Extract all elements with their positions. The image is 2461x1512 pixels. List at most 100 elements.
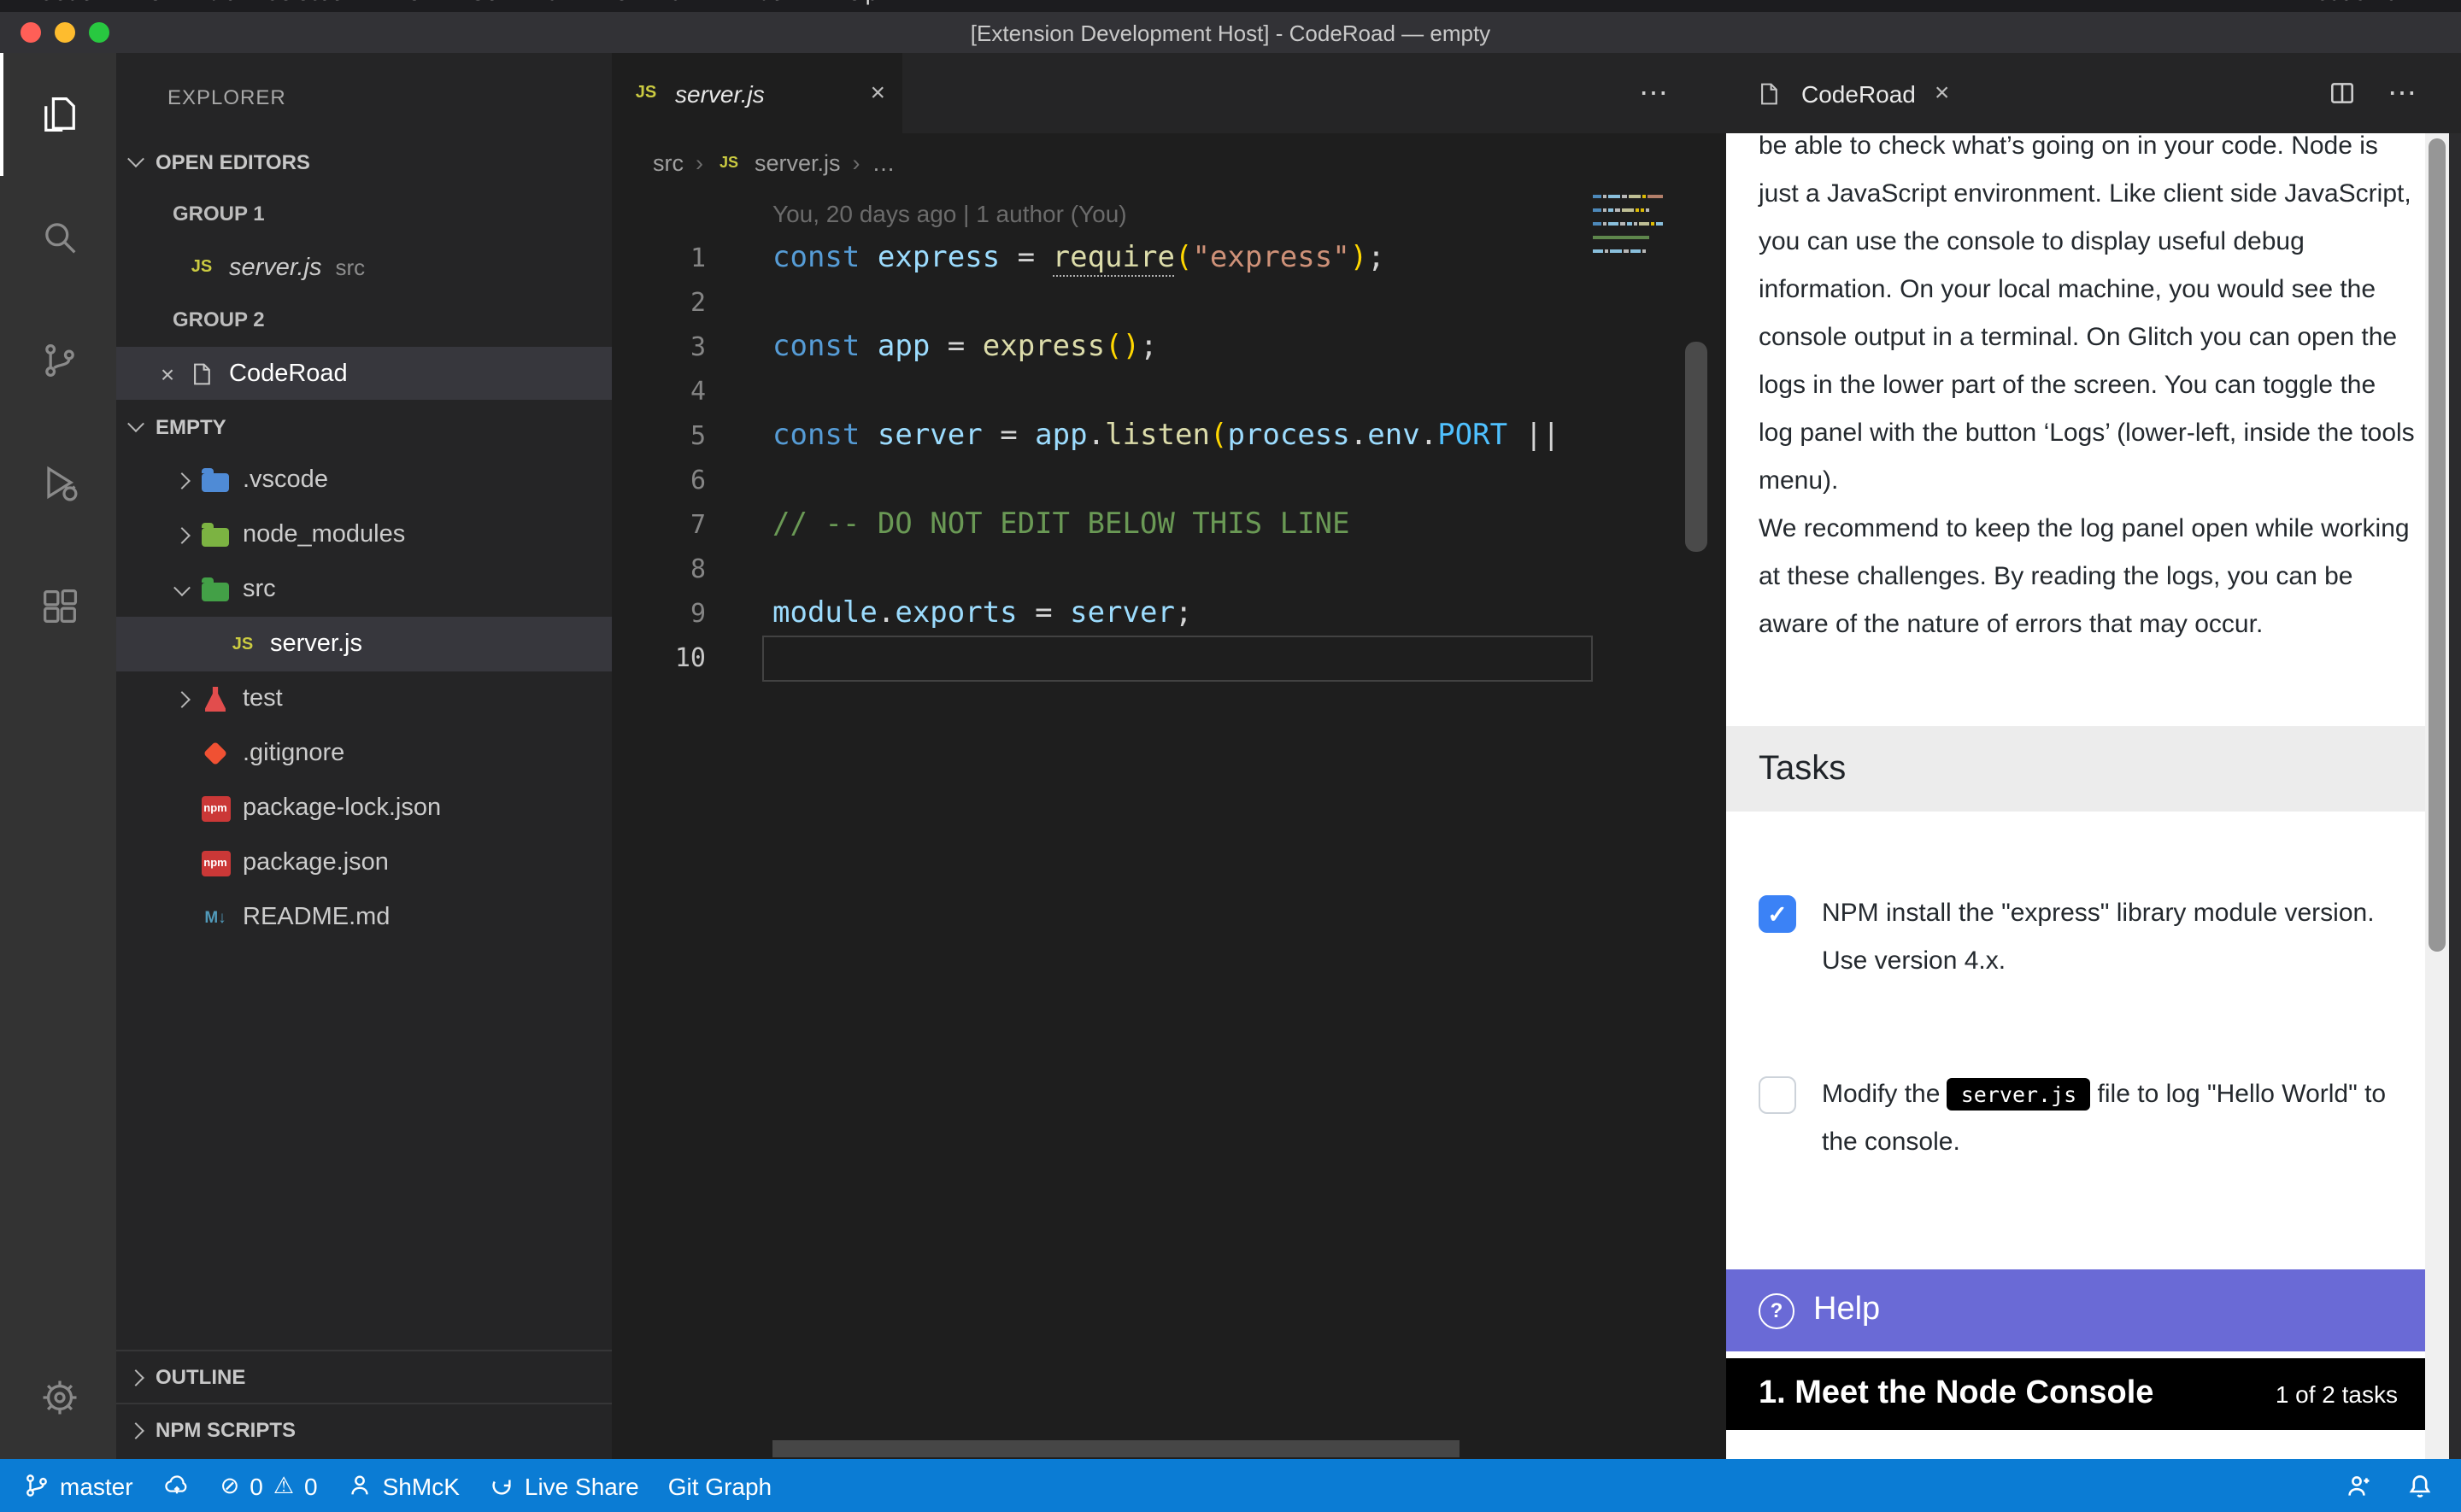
breadcrumb-server-js[interactable]: server.js <box>755 149 841 175</box>
breadcrumb-separator-icon: › <box>853 149 860 175</box>
src-folder-icon <box>198 574 232 605</box>
errors-icon: ⊘ <box>220 1472 240 1499</box>
open-editor-description: src <box>336 255 366 280</box>
error-count: 0 <box>250 1472 263 1499</box>
code-line-9[interactable]: 9module.exports = server; <box>612 591 1726 636</box>
code-line-7[interactable]: 7// -- DO NOT EDIT BELOW THIS LINE <box>612 502 1726 547</box>
tree-item-package-json[interactable]: npmpackage.json <box>116 835 612 890</box>
invite-account-icon[interactable] <box>2345 1472 2372 1499</box>
open-editors-label: OPEN EDITORS <box>156 149 310 173</box>
outline-section-header[interactable]: OUTLINE <box>116 1350 612 1403</box>
extensions-activity-icon[interactable] <box>0 545 116 668</box>
split-editor-icon[interactable] <box>2328 79 2357 108</box>
menu-run[interactable]: Run <box>531 0 572 4</box>
outline-label: OUTLINE <box>156 1365 245 1389</box>
status-bar: master ⊘ 0 ⚠ 0 ShMcK Live Share Git Grap… <box>0 1459 2461 1512</box>
tree-item-label: README.md <box>243 904 390 931</box>
breadcrumb-src[interactable]: src <box>653 149 684 175</box>
open-editors-header[interactable]: OPEN EDITORS <box>116 135 612 188</box>
task-checkbox-checked[interactable]: ✓ <box>1759 895 1796 933</box>
npm-scripts-section-header[interactable]: NPM SCRIPTS <box>116 1403 612 1456</box>
markdown-file-icon: M↓ <box>198 902 232 933</box>
tree-item--vscode[interactable]: .vscode <box>116 453 612 507</box>
zoom-window-button[interactable] <box>89 22 109 43</box>
menu-selection[interactable]: Selection <box>265 0 356 4</box>
explorer-activity-icon[interactable] <box>0 53 116 176</box>
code-line-5[interactable]: 5const server = app.listen(process.env.P… <box>612 413 1726 458</box>
problems-status[interactable]: ⊘ 0 ⚠ 0 <box>220 1472 318 1499</box>
search-activity-icon[interactable] <box>0 176 116 299</box>
menu-file[interactable]: File <box>126 0 162 4</box>
lesson-text: be able to check what’s going on in your… <box>1759 133 2415 649</box>
horizontal-scrollbar[interactable] <box>772 1440 1460 1457</box>
close-window-button[interactable] <box>21 22 41 43</box>
line-content <box>706 369 772 413</box>
tab-server-js[interactable]: JS server.js × <box>612 53 902 133</box>
code-line-2[interactable]: 2 <box>612 280 1726 325</box>
git-graph-button[interactable]: Git Graph <box>668 1472 772 1499</box>
tree-item-test[interactable]: test <box>116 671 612 726</box>
line-number: 6 <box>612 458 706 502</box>
minimize-window-button[interactable] <box>55 22 75 43</box>
editor-group-1-label: GROUP 1 <box>116 188 612 241</box>
line-content: const express = require("express"); <box>706 236 1385 280</box>
line-number: 1 <box>612 236 706 280</box>
line-content: const server = app.listen(process.env.PO… <box>706 413 1560 458</box>
source-control-activity-icon[interactable] <box>0 299 116 422</box>
live-share-button[interactable]: Live Share <box>489 1472 639 1499</box>
tree-item-src[interactable]: src <box>116 562 612 617</box>
tree-item-readme-md[interactable]: M↓ README.md <box>116 890 612 945</box>
vertical-scrollbar[interactable] <box>1685 342 1707 552</box>
coderoad-tab-label[interactable]: CodeRoad <box>1801 79 1916 107</box>
tree-item-server-js[interactable]: JSserver.js <box>116 617 612 671</box>
close-tab-icon[interactable]: × <box>870 79 885 108</box>
menu-view[interactable]: View <box>389 0 437 4</box>
code-line-8[interactable]: 8 <box>612 547 1726 591</box>
traffic-lights <box>21 22 109 43</box>
code-line-10[interactable]: 10 <box>612 636 1726 680</box>
lesson-footer[interactable]: 1. Meet the Node Console 1 of 2 tasks <box>1726 1358 2425 1430</box>
menu-terminal[interactable]: Terminal <box>604 0 688 4</box>
code-line-6[interactable]: 6 <box>612 458 1726 502</box>
live-share-label: Live Share <box>525 1472 639 1499</box>
editor-more-actions-icon[interactable]: ⋯ <box>1639 76 1668 110</box>
lesson-title: 1. Meet the Node Console <box>1759 1375 2153 1413</box>
minimap[interactable] <box>1593 195 1663 263</box>
node-modules-folder-icon <box>198 519 232 550</box>
code-line-1[interactable]: 1const express = require("express"); <box>612 236 1726 280</box>
webview-scrollbar[interactable] <box>2429 138 2446 952</box>
close-editor-icon[interactable]: × <box>154 360 181 387</box>
warnings-icon: ⚠ <box>273 1472 294 1499</box>
task-checkbox-unchecked[interactable] <box>1759 1076 1796 1114</box>
git-branch-status[interactable]: master <box>24 1472 133 1499</box>
code-line-3[interactable]: 3const app = express(); <box>612 325 1726 369</box>
menu-edit[interactable]: Edit <box>194 0 232 4</box>
tree-item-label: package.json <box>243 849 389 876</box>
close-tab-icon[interactable]: × <box>1935 79 1950 108</box>
tree-item-package-lock-json[interactable]: npmpackage-lock.json <box>116 781 612 835</box>
project-section-header[interactable]: EMPTY <box>116 400 612 453</box>
window-titlebar[interactable]: [Extension Development Host] - CodeRoad … <box>0 12 2461 53</box>
help-bar[interactable]: ? Help <box>1726 1269 2425 1351</box>
breadcrumb-symbol[interactable]: … <box>872 149 896 175</box>
menu-help[interactable]: Help <box>832 0 878 4</box>
code-line-4[interactable]: 4 <box>612 369 1726 413</box>
line-number: 3 <box>612 325 706 369</box>
line-number: 7 <box>612 502 706 547</box>
menubar-clock: Sat 5:40 PM <box>2315 0 2437 4</box>
panel-more-actions-icon[interactable]: ⋯ <box>2388 76 2417 110</box>
line-content <box>706 458 772 502</box>
menu-window[interactable]: Window <box>720 0 800 4</box>
open-editor-server-js[interactable]: JS server.js src <box>116 241 612 294</box>
code-editor[interactable]: You, 20 days ago | 1 author (You) 1const… <box>612 191 1726 1459</box>
tree-item--gitignore[interactable]: .gitignore <box>116 726 612 781</box>
open-editor-coderoad[interactable]: × CodeRoad <box>116 347 612 400</box>
menu-code[interactable]: Code <box>38 0 93 4</box>
settings-gear-icon[interactable] <box>0 1336 116 1459</box>
tree-item-node-modules[interactable]: node_modules <box>116 507 612 562</box>
menu-go[interactable]: Go <box>469 0 499 4</box>
notifications-bell-icon[interactable] <box>2406 1472 2434 1499</box>
publish-changes-button[interactable] <box>162 1473 191 1498</box>
run-debug-activity-icon[interactable] <box>0 422 116 545</box>
user-account-status[interactable]: ShMcK <box>347 1472 460 1499</box>
